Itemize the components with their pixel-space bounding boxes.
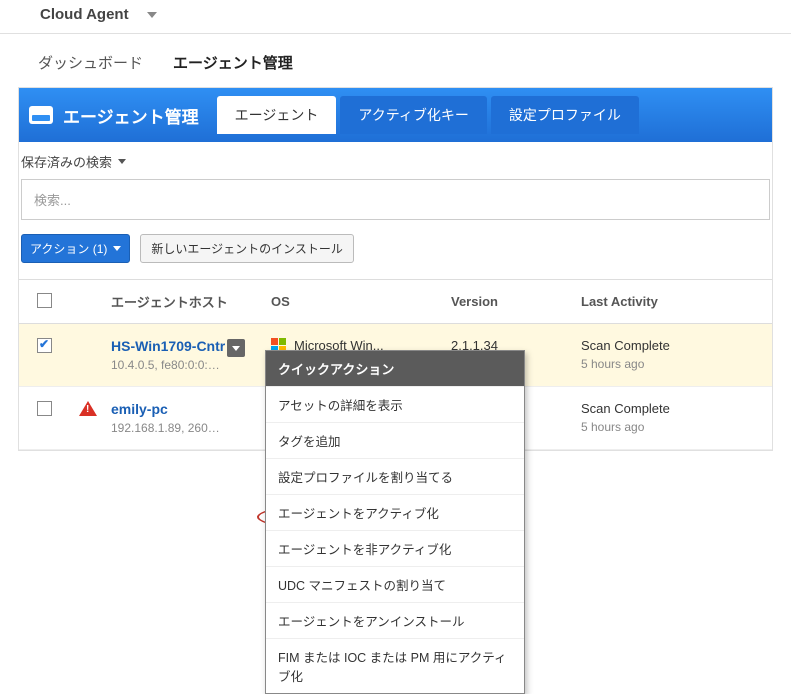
activity-time: 5 hours ago	[581, 420, 772, 434]
subtab-activation-key[interactable]: アクティブ化キー	[340, 96, 486, 134]
row-actions-button[interactable]	[227, 339, 245, 357]
subtab-config-profile[interactable]: 設定プロファイル	[491, 96, 639, 134]
tab-agent-management[interactable]: エージェント管理	[173, 52, 293, 73]
actions-button-label: アクション (1)	[30, 240, 107, 257]
col-header-host[interactable]: エージェントホスト	[111, 292, 271, 311]
activity-time: 5 hours ago	[581, 357, 772, 371]
panel-title: エージェント管理	[63, 103, 199, 128]
caret-down-icon	[118, 159, 126, 164]
menu-item-udc-manifest[interactable]: UDC マニフェストの割り当て	[266, 566, 524, 602]
menu-item-assign-config[interactable]: 設定プロファイルを割り当てる	[266, 458, 524, 494]
host-ip: 10.4.0.5, fe80:0:0:…	[111, 358, 225, 372]
col-header-os[interactable]: OS	[271, 294, 451, 309]
row-checkbox[interactable]	[37, 401, 52, 416]
activity-label: Scan Complete	[581, 338, 772, 353]
drive-icon	[29, 106, 53, 124]
host-link[interactable]: HS-Win1709-Cntr	[111, 338, 225, 354]
saved-searches-label: 保存済みの検索	[21, 152, 112, 171]
quick-actions-menu: クイックアクション アセットの詳細を表示 タグを追加 設定プロファイルを割り当て…	[265, 350, 525, 694]
chevron-down-icon[interactable]	[147, 12, 157, 18]
menu-item-fim-ioc-pm[interactable]: FIM または IOC または PM 用にアクティブ化	[266, 638, 524, 693]
menu-header: クイックアクション	[266, 351, 524, 386]
host-link[interactable]: emily-pc	[111, 401, 271, 417]
saved-searches-dropdown[interactable]: 保存済みの検索	[19, 142, 772, 179]
install-agent-button[interactable]: 新しいエージェントのインストール	[140, 234, 354, 263]
menu-item-uninstall[interactable]: エージェントをアンインストール	[266, 602, 524, 638]
menu-item-add-tag[interactable]: タグを追加	[266, 422, 524, 458]
activity-label: Scan Complete	[581, 401, 772, 416]
row-checkbox[interactable]	[37, 338, 52, 353]
table-row[interactable]: HS-Win1709-Cntr 10.4.0.5, fe80:0:0:… Mic…	[19, 324, 772, 387]
select-all-checkbox[interactable]	[37, 293, 52, 308]
tab-dashboard[interactable]: ダッシュボード	[38, 52, 143, 73]
col-header-version[interactable]: Version	[451, 294, 581, 309]
warning-icon	[79, 401, 97, 416]
host-ip: 192.168.1.89, 260…	[111, 421, 271, 435]
col-header-activity[interactable]: Last Activity	[581, 294, 772, 309]
subtab-agents[interactable]: エージェント	[217, 96, 337, 134]
app-selector-label[interactable]: Cloud Agent	[40, 6, 129, 23]
search-input[interactable]: 検索...	[21, 179, 770, 220]
menu-item-deactivate[interactable]: エージェントを非アクティブ化	[266, 530, 524, 566]
menu-item-asset-details[interactable]: アセットの詳細を表示	[266, 386, 524, 422]
menu-item-activate[interactable]: エージェントをアクティブ化	[266, 494, 524, 530]
caret-down-icon	[113, 246, 121, 251]
actions-button[interactable]: アクション (1)	[21, 234, 130, 263]
